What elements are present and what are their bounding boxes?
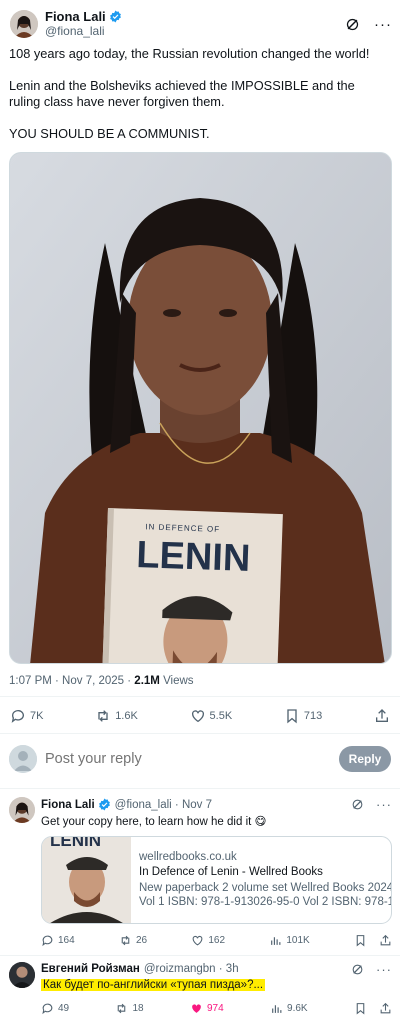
repost-action[interactable]: 1.6K	[95, 708, 138, 724]
repost-action[interactable]: 26	[119, 934, 147, 947]
repost-count: 18	[132, 1003, 144, 1014]
post-text-line: YOU SHOULD BE A COMMUNIST.	[9, 126, 210, 141]
views-count: 2.1M	[134, 675, 160, 687]
more-options-icon[interactable]: ···	[374, 17, 392, 32]
reply-author-avatar[interactable]	[9, 797, 35, 823]
author-handle[interactable]: @fiona_lali	[45, 24, 122, 39]
reply-composer: Reply	[9, 742, 391, 776]
share-action[interactable]	[374, 708, 390, 724]
more-options-icon[interactable]: ···	[376, 797, 392, 812]
repost-icon	[118, 1003, 126, 1014]
repost-count: 1.6K	[115, 710, 138, 722]
reply-action[interactable]: 7K	[10, 708, 43, 724]
share-icon[interactable]	[379, 934, 392, 947]
views-count: 9.6K	[287, 1003, 308, 1014]
reply-author-avatar[interactable]	[9, 962, 35, 988]
divider	[0, 788, 400, 789]
like-count: 162	[208, 935, 226, 946]
reply-icon	[11, 710, 24, 723]
repost-action[interactable]: 18	[115, 1002, 144, 1015]
link-card-image-text: LENIN	[50, 837, 101, 850]
post-meta: 1:07 PM · Nov 7, 2025 · 2.1M Views	[9, 675, 194, 687]
views-label: Views	[159, 675, 194, 687]
link-card-description: Vol 1 ISBN: 978-1-913026-95-0 Vol 2 ISBN…	[139, 896, 391, 908]
author-avatar[interactable]	[10, 10, 38, 38]
reply-count: 7K	[30, 710, 44, 722]
bookmark-count: 713	[303, 710, 323, 722]
divider	[0, 733, 400, 734]
analytics-icon	[271, 937, 281, 945]
reply-author-name[interactable]: Евгений Ройзман	[41, 963, 140, 975]
reply-author-name[interactable]: Fiona Lali	[41, 799, 95, 811]
views-action[interactable]: 101K	[269, 934, 310, 947]
post-timestamp[interactable]: 1:07 PM · Nov 7, 2025 ·	[9, 675, 134, 687]
reply-author-handle[interactable]: @roizmangbn · 3h	[144, 963, 239, 975]
grok-icon[interactable]	[351, 798, 364, 811]
divider	[0, 696, 400, 697]
views-action[interactable]: 9.6K	[270, 1002, 308, 1015]
bookmark-action[interactable]: 713	[284, 708, 322, 724]
reply-action[interactable]: 49	[41, 1002, 69, 1015]
analytics-icon	[272, 1005, 282, 1013]
link-card-image: LENIN	[42, 837, 131, 923]
post-header: Fiona Lali @fiona_lali ···	[10, 6, 392, 42]
bookmark-icon[interactable]	[354, 1002, 367, 1015]
current-user-avatar	[9, 745, 37, 773]
reply-input[interactable]	[45, 751, 339, 767]
reply-actions: 49 18 974 9.6K	[41, 1002, 392, 1015]
reply-count: 164	[58, 935, 75, 946]
post-text-line: Lenin and the Bolsheviks achieved the IM…	[9, 78, 355, 109]
divider	[0, 955, 400, 956]
reply-extra-actions	[354, 1002, 392, 1015]
reply-icon	[42, 1003, 53, 1015]
repost-icon	[121, 935, 130, 946]
grok-icon[interactable]	[345, 17, 360, 32]
repost-icon	[98, 710, 108, 722]
share-icon	[375, 709, 388, 722]
post-photo[interactable]: IN DEFENCE OF LENIN	[9, 152, 392, 664]
reply-action[interactable]: 164	[41, 934, 75, 947]
book-title-text: LENIN	[136, 534, 251, 580]
reply-icon	[42, 935, 53, 947]
like-action[interactable]: 162	[191, 934, 225, 947]
post-text: 108 years ago today, the Russian revolut…	[9, 46, 389, 158]
heart-filled-icon	[192, 1004, 201, 1013]
verified-badge-icon	[109, 10, 121, 23]
link-card-domain: wellredbooks.co.uk	[139, 851, 237, 863]
repost-count: 26	[135, 935, 148, 946]
post-text-line: 108 years ago today, the Russian revolut…	[9, 46, 370, 61]
post-actions: 7K 1.6K 5.5K 713	[10, 706, 390, 726]
link-card-title: In Defence of Lenin - Wellred Books	[139, 866, 323, 878]
author-name[interactable]: Fiona Lali	[45, 9, 106, 24]
reply-text: Get your copy here, to learn how he did …	[41, 816, 267, 828]
heart-icon	[191, 710, 204, 723]
reply-author-handle[interactable]: @fiona_lali · Nov 7	[115, 799, 212, 811]
reply-text: Как будет по-английски «тупая пизда»?...	[41, 979, 266, 991]
like-count: 5.5K	[209, 710, 233, 722]
reply-count: 49	[58, 1003, 70, 1014]
views-count: 101K	[286, 935, 310, 946]
heart-icon	[193, 935, 203, 946]
verified-badge-icon	[98, 798, 110, 811]
more-options-icon[interactable]: ···	[376, 962, 392, 977]
reply-extra-actions	[354, 934, 392, 947]
grok-icon[interactable]	[351, 963, 364, 976]
link-card[interactable]: LENIN wellredbooks.co.uk In Defence of L…	[41, 836, 392, 924]
like-action[interactable]: 5.5K	[190, 708, 233, 724]
like-action[interactable]: 974	[190, 1002, 224, 1015]
link-card-description: New paperback 2 volume set Wellred Books…	[139, 882, 391, 894]
reply-actions: 164 26 162 101K	[41, 934, 392, 947]
like-count: 974	[206, 1003, 224, 1014]
share-icon[interactable]	[379, 1002, 392, 1015]
reply-button[interactable]: Reply	[339, 746, 391, 772]
bookmark-icon[interactable]	[354, 934, 367, 947]
highlighted-text: Как будет по-английски «тупая пизда»?...	[41, 979, 266, 991]
bookmark-icon	[287, 709, 297, 724]
